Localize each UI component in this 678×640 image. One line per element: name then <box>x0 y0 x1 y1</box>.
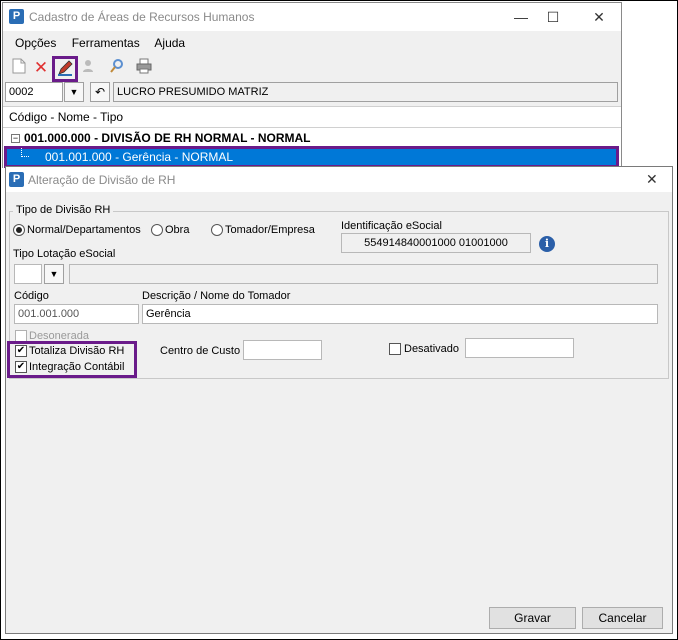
radio-tomador-label: Tomador/Empresa <box>225 224 315 236</box>
radio-normal-label: Normal/Departamentos <box>27 224 141 236</box>
gravar-button[interactable]: Gravar <box>489 607 576 629</box>
undo-icon[interactable]: ↶ <box>90 82 110 102</box>
main-window-title: Cadastro de Áreas de Recursos Humanos <box>29 10 255 24</box>
division-type-legend: Tipo de Divisão RH <box>13 204 114 216</box>
tree-child-item[interactable]: 001.001.000 - Gerência - NORMAL <box>4 146 619 168</box>
codigo-field[interactable]: 001.001.000 <box>14 304 139 324</box>
totaliza-checkbox[interactable]: ✔ <box>15 345 27 357</box>
dialog-app-logo-icon: P <box>9 172 24 187</box>
radio-obra-label: Obra <box>165 224 190 236</box>
menu-bar: Opções Ferramentas Ajuda <box>15 36 197 50</box>
search-icon[interactable] <box>107 58 127 78</box>
dialog-close-button[interactable]: ✕ <box>646 171 658 188</box>
minimize-button[interactable]: — <box>507 3 535 31</box>
tree-child-label: 001.001.000 - Gerência - NORMAL <box>45 150 234 164</box>
menu-ajuda[interactable]: Ajuda <box>154 36 185 50</box>
edit-division-dialog: P Alteração de Divisão de RH ✕ Tipo de D… <box>5 166 673 634</box>
company-name-field: LUCRO PRESUMIDO MATRIZ <box>113 82 618 102</box>
tree-root-item[interactable]: 001.000.000 - DIVISÃO DE RH NORMAL - NOR… <box>24 131 311 145</box>
cancelar-button[interactable]: Cancelar <box>582 607 663 629</box>
tree-view: − 001.000.000 - DIVISÃO DE RH NORMAL - N… <box>3 128 621 168</box>
menu-ferramentas[interactable]: Ferramentas <box>72 36 140 50</box>
integracao-checkbox[interactable]: ✔ <box>15 361 27 373</box>
user-search-icon[interactable] <box>79 58 99 78</box>
new-document-icon[interactable] <box>9 58 29 78</box>
totaliza-label: Totaliza Divisão RH <box>29 345 125 357</box>
delete-icon[interactable]: ✕ <box>31 58 51 78</box>
radio-obra[interactable] <box>151 224 163 236</box>
info-icon[interactable]: i <box>539 236 555 252</box>
app-logo-icon: P <box>9 9 24 24</box>
collapse-icon[interactable]: − <box>11 134 20 143</box>
desativado-checkbox[interactable] <box>389 343 401 355</box>
esocial-id-field: 554914840001000 01001000 <box>341 233 531 253</box>
lotacao-code-field[interactable] <box>14 264 42 284</box>
esocial-id-label: Identificação eSocial <box>341 220 442 232</box>
edit-pencil-icon[interactable] <box>55 59 75 79</box>
integracao-label: Integração Contábil <box>29 361 125 373</box>
lotacao-dropdown-button[interactable]: ▼ <box>44 264 64 284</box>
tree-connector <box>21 148 29 157</box>
radio-tomador[interactable] <box>211 224 223 236</box>
menu-opcoes[interactable]: Opções <box>15 36 56 50</box>
close-button[interactable]: ✕ <box>585 3 613 31</box>
main-window: P Cadastro de Áreas de Recursos Humanos … <box>2 2 622 168</box>
tree-header-label: Código - Nome - Tipo <box>9 110 124 124</box>
tree-header: Código - Nome - Tipo <box>3 106 621 128</box>
descricao-label: Descrição / Nome do Tomador <box>142 290 291 302</box>
radio-normal[interactable] <box>13 224 25 236</box>
company-dropdown-button[interactable]: ▼ <box>64 82 84 102</box>
centro-custo-label: Centro de Custo <box>160 345 241 357</box>
lotacao-description-field <box>69 264 658 284</box>
maximize-button[interactable]: ☐ <box>539 3 567 31</box>
dialog-title: Alteração de Divisão de RH <box>28 173 176 187</box>
print-icon[interactable] <box>134 58 154 78</box>
desativado-field[interactable] <box>465 338 574 358</box>
codigo-label: Código <box>14 290 49 302</box>
descricao-field[interactable]: Gerência <box>142 304 658 324</box>
desativado-label: Desativado <box>404 343 460 355</box>
company-code-field[interactable]: 0002 <box>5 82 63 102</box>
main-title-bar: P Cadastro de Áreas de Recursos Humanos … <box>3 3 621 31</box>
lotacao-label: Tipo Lotação eSocial <box>13 248 116 260</box>
dialog-title-bar: P Alteração de Divisão de RH ✕ <box>6 167 672 192</box>
centro-custo-field[interactable] <box>243 340 322 360</box>
